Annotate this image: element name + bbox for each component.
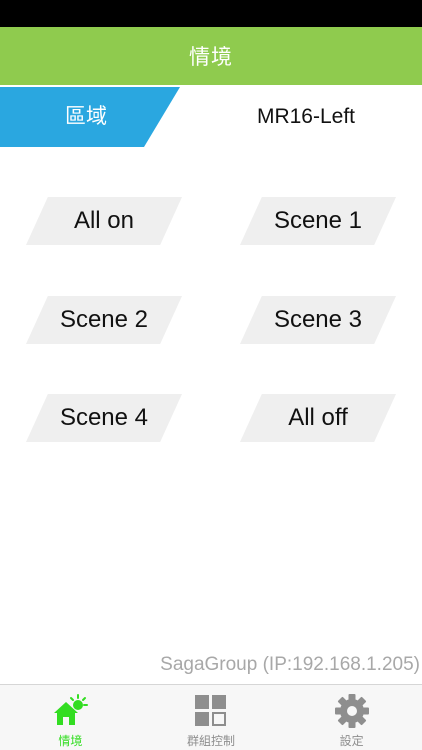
scene-button-label: Scene 3 (273, 306, 363, 333)
nav-bar: 情境 (0, 27, 422, 85)
tab-group-control[interactable]: 群組控制 (141, 685, 282, 750)
app-screen: 情境 區域 MR16-Left All on Scene 1 Scene 2 S… (0, 0, 422, 750)
zone-tab-label: 區域 (65, 105, 107, 128)
tab-label: 群組控制 (187, 734, 236, 748)
scene-button-label: All on (73, 207, 135, 234)
scene-button-scene-3[interactable]: Scene 3 (240, 296, 396, 344)
tab-scenes[interactable]: 情境 (0, 685, 141, 750)
scene-button-all-off[interactable]: All off (240, 394, 396, 442)
tab-label: 設定 (339, 734, 364, 748)
scene-button-label: Scene 4 (59, 404, 149, 431)
bottom-tab-bar: 情境 群組控制 設定 (0, 684, 422, 750)
tab-settings[interactable]: 設定 (281, 685, 422, 750)
status-bar (0, 0, 422, 27)
page-title: 情境 (189, 46, 233, 69)
house-lamp-icon (51, 693, 89, 729)
scene-button-scene-4[interactable]: Scene 4 (26, 394, 182, 442)
zone-selector-row: 區域 MR16-Left (0, 87, 422, 147)
scene-button-label: All off (288, 404, 348, 431)
scene-button-scene-2[interactable]: Scene 2 (26, 296, 182, 344)
connection-info: SagaGroup (IP:192.168.1.205) (160, 654, 420, 675)
scene-button-scene-1[interactable]: Scene 1 (240, 197, 396, 245)
scene-button-label: Scene 1 (273, 207, 363, 234)
gear-icon (333, 693, 371, 729)
grid-icon (192, 693, 230, 729)
scene-button-all-on[interactable]: All on (26, 197, 182, 245)
tab-label: 情境 (58, 734, 83, 748)
zone-name[interactable]: MR16-Left (190, 87, 422, 147)
scene-button-label: Scene 2 (59, 306, 149, 333)
